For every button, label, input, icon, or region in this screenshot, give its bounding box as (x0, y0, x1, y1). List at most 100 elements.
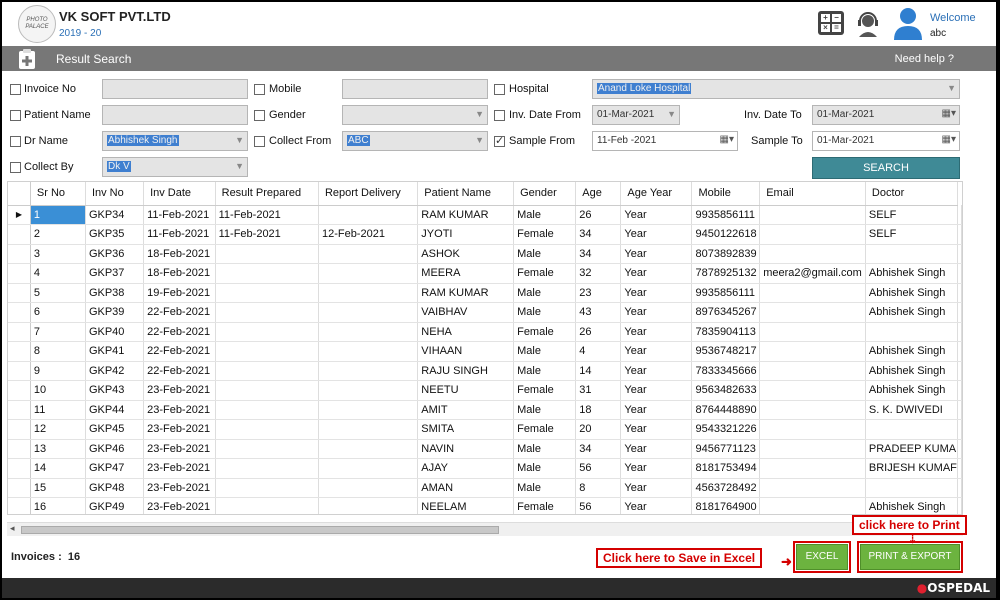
table-cell[interactable]: 11-Feb-2021 (143, 224, 216, 245)
table-cell[interactable]: 11-Feb-2021 (215, 205, 319, 225)
table-row[interactable]: 5 GKP38 19-Feb-2021 RAM KUMAR Male 23 Year 9935… (8, 283, 962, 303)
table-cell[interactable]: NAVIN (417, 439, 515, 459)
table-row[interactable]: 12 GKP45 23-Feb-2021 SMITA Female 20 Year 95433… (8, 419, 962, 440)
table-cell[interactable]: 4 (30, 263, 86, 284)
table-cell[interactable]: 7878925132 (691, 263, 761, 284)
table-cell[interactable]: 7 (30, 322, 86, 342)
table-cell[interactable]: 9 (30, 361, 86, 381)
table-cell[interactable]: 9563482633 (691, 380, 761, 401)
column-header[interactable]: Sr No (30, 182, 86, 206)
table-row[interactable]: 2 GKP35 11-Feb-2021 11-Feb-2021 12-Feb-2021 J… (8, 224, 962, 245)
row-selector[interactable] (8, 361, 31, 381)
table-cell[interactable]: AJAY (417, 458, 515, 479)
table-row[interactable]: 16 GKP49 23-Feb-2021 NEELAM Female 56 Year 8181… (8, 497, 962, 514)
table-cell[interactable]: 23-Feb-2021 (143, 439, 216, 459)
table-cell[interactable]: 34 (575, 224, 622, 245)
help-link[interactable]: Need help ? (895, 53, 954, 65)
table-cell[interactable] (318, 205, 419, 225)
table-cell[interactable] (759, 400, 866, 420)
row-selector[interactable] (8, 380, 31, 401)
column-header[interactable]: Age (575, 182, 622, 206)
table-cell[interactable] (318, 439, 419, 459)
table-cell[interactable] (759, 283, 866, 303)
table-cell[interactable]: Year (620, 263, 693, 284)
table-cell[interactable]: 23-Feb-2021 (143, 419, 216, 440)
table-cell[interactable]: 7835904113 (691, 322, 761, 342)
table-cell[interactable] (759, 497, 866, 514)
table-cell[interactable]: AMAN (417, 478, 515, 498)
column-header[interactable]: Inv No (85, 182, 145, 206)
table-cell[interactable] (318, 302, 419, 323)
column-header[interactable]: Gender (513, 182, 577, 206)
table-cell[interactable]: Abhishek Singh (865, 263, 959, 284)
scrollbar-thumb[interactable] (21, 526, 499, 534)
table-cell[interactable]: Abhishek Singh (865, 497, 959, 514)
table-cell[interactable]: BRIJESH KUMAF (865, 458, 959, 479)
table-cell[interactable]: VIHAAN (417, 341, 515, 362)
table-cell[interactable] (318, 263, 419, 284)
table-cell[interactable]: 9935856111 (691, 205, 761, 225)
sample-to-picker[interactable]: 01-Mar-2021 ▦▾ (812, 131, 960, 151)
table-cell[interactable]: Male (513, 458, 577, 479)
table-cell[interactable]: GKP46 (85, 439, 145, 459)
table-row[interactable]: 15 GKP48 23-Feb-2021 AMAN Male 8 Year 456372849… (8, 478, 962, 498)
table-cell[interactable]: 8 (30, 341, 86, 362)
table-cell[interactable]: SELF (865, 224, 959, 245)
table-cell[interactable]: 18-Feb-2021 (143, 263, 216, 284)
print-export-button[interactable]: PRINT & EXPORT (857, 541, 963, 573)
table-cell[interactable]: 9543321226 (691, 419, 761, 440)
table-cell[interactable]: GKP44 (85, 400, 145, 420)
table-cell[interactable] (215, 478, 319, 498)
row-selector[interactable] (8, 263, 31, 284)
table-cell[interactable]: GKP41 (85, 341, 145, 362)
table-cell[interactable]: 22-Feb-2021 (143, 341, 216, 362)
table-cell[interactable]: 10 (30, 380, 86, 401)
table-cell[interactable]: Year (620, 322, 693, 342)
table-cell[interactable]: 56 (575, 458, 622, 479)
inv-date-from-picker[interactable]: 01-Mar-2021 ▼ (592, 105, 680, 125)
table-cell[interactable]: 12-Feb-2021 (318, 224, 419, 245)
table-cell[interactable] (759, 419, 866, 440)
table-cell[interactable]: 32 (575, 263, 622, 284)
table-cell[interactable]: 19-Feb-2021 (143, 283, 216, 303)
table-cell[interactable]: 22-Feb-2021 (143, 302, 216, 323)
table-cell[interactable]: Male (513, 205, 577, 225)
invoice-no-checkbox[interactable] (10, 84, 21, 95)
table-cell[interactable]: 8181753494 (691, 458, 761, 479)
table-cell[interactable]: Year (620, 244, 693, 264)
table-cell[interactable]: SELF (865, 205, 959, 225)
table-cell[interactable] (215, 302, 319, 323)
table-cell[interactable]: NEELAM (417, 497, 515, 514)
table-cell[interactable]: GKP34 (85, 205, 145, 225)
table-cell[interactable]: RAM KUMAR (417, 283, 515, 303)
table-cell[interactable]: 11-Feb-2021 (143, 205, 216, 225)
table-row[interactable]: 8 GKP41 22-Feb-2021 VIHAAN Male 4 Year 95367482… (8, 341, 962, 362)
horizontal-scrollbar[interactable]: ◂ ▸ (7, 522, 963, 536)
table-cell[interactable]: VAIBHAV (417, 302, 515, 323)
table-cell[interactable]: 12 (30, 419, 86, 440)
table-cell[interactable]: Female (513, 497, 577, 514)
gender-checkbox[interactable] (254, 110, 265, 121)
collect-by-checkbox[interactable] (10, 162, 21, 173)
row-selector[interactable] (8, 244, 31, 264)
table-cell[interactable]: Male (513, 478, 577, 498)
table-cell[interactable]: Abhishek Singh (865, 283, 959, 303)
table-row[interactable]: 4 GKP37 18-Feb-2021 MEERA Female 32 Year 787892… (8, 263, 962, 284)
invoice-no-input[interactable] (102, 79, 248, 99)
hospital-checkbox[interactable] (494, 84, 505, 95)
table-cell[interactable] (759, 244, 866, 264)
table-cell[interactable]: Male (513, 341, 577, 362)
column-header[interactable]: Report Delivery (318, 182, 419, 206)
table-cell[interactable]: Year (620, 458, 693, 479)
table-cell[interactable]: Year (620, 224, 693, 245)
sample-from-checkbox[interactable] (494, 134, 505, 147)
table-cell[interactable]: GKP37 (85, 263, 145, 284)
table-cell[interactable]: meera2@gmail.com (759, 263, 866, 284)
support-headset-icon[interactable] (854, 10, 882, 38)
table-cell[interactable]: Male (513, 302, 577, 323)
table-cell[interactable]: 8764448890 (691, 400, 761, 420)
collect-from-checkbox[interactable] (254, 136, 265, 147)
table-cell[interactable]: Abhishek Singh (865, 361, 959, 381)
mobile-input[interactable] (342, 79, 488, 99)
results-grid[interactable]: Sr No Inv No Inv Date Result Prepared Re… (7, 181, 963, 515)
